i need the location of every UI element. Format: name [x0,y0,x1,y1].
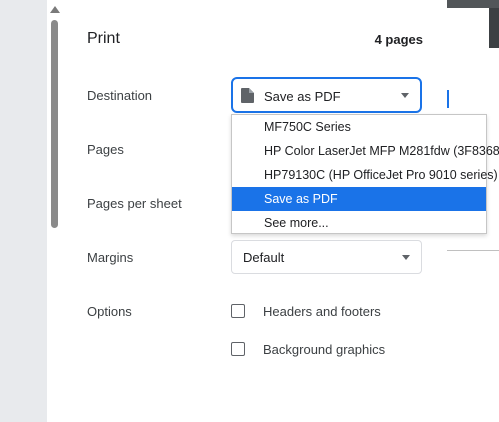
destination-label: Destination [87,88,153,103]
destination-option-selected[interactable]: Save as PDF [232,187,486,211]
pages-label: Pages [87,142,124,157]
document-icon [241,88,254,103]
left-backdrop [0,0,47,422]
preview-divider [447,250,499,251]
margins-select[interactable]: Default [231,240,422,274]
destination-select[interactable]: Save as PDF [231,77,422,113]
preview-dark-region [489,8,499,48]
page-count: 4 pages [374,32,423,47]
pages-per-sheet-label: Pages per sheet [87,196,182,211]
scrollbar-thumb[interactable] [51,20,58,228]
margins-label: Margins [87,250,134,265]
see-more-option[interactable]: See more... [232,211,486,235]
chevron-down-icon [402,255,410,260]
chevron-down-icon [401,93,409,98]
scroll-up-arrow-icon[interactable] [50,6,60,13]
destination-option[interactable]: HP79130C (HP OfficeJet Pro 9010 series) [232,163,498,187]
destination-option[interactable]: HP Color LaserJet MFP M281fdw (3F8368) [232,139,499,163]
background-graphics-checkbox[interactable] [231,342,245,356]
destination-option[interactable]: MF750C Series [232,115,486,139]
preview-mark [447,90,449,108]
margins-value: Default [243,250,285,265]
headers-footers-checkbox[interactable] [231,304,245,318]
background-graphics-label[interactable]: Background graphics [263,342,385,357]
dialog-title: Print [87,30,120,47]
destination-value: Save as PDF [264,89,341,104]
destination-dropdown: MF750C Series HP Color LaserJet MFP M281… [231,114,499,235]
options-label: Options [87,304,132,319]
headers-footers-label[interactable]: Headers and footers [263,304,381,319]
